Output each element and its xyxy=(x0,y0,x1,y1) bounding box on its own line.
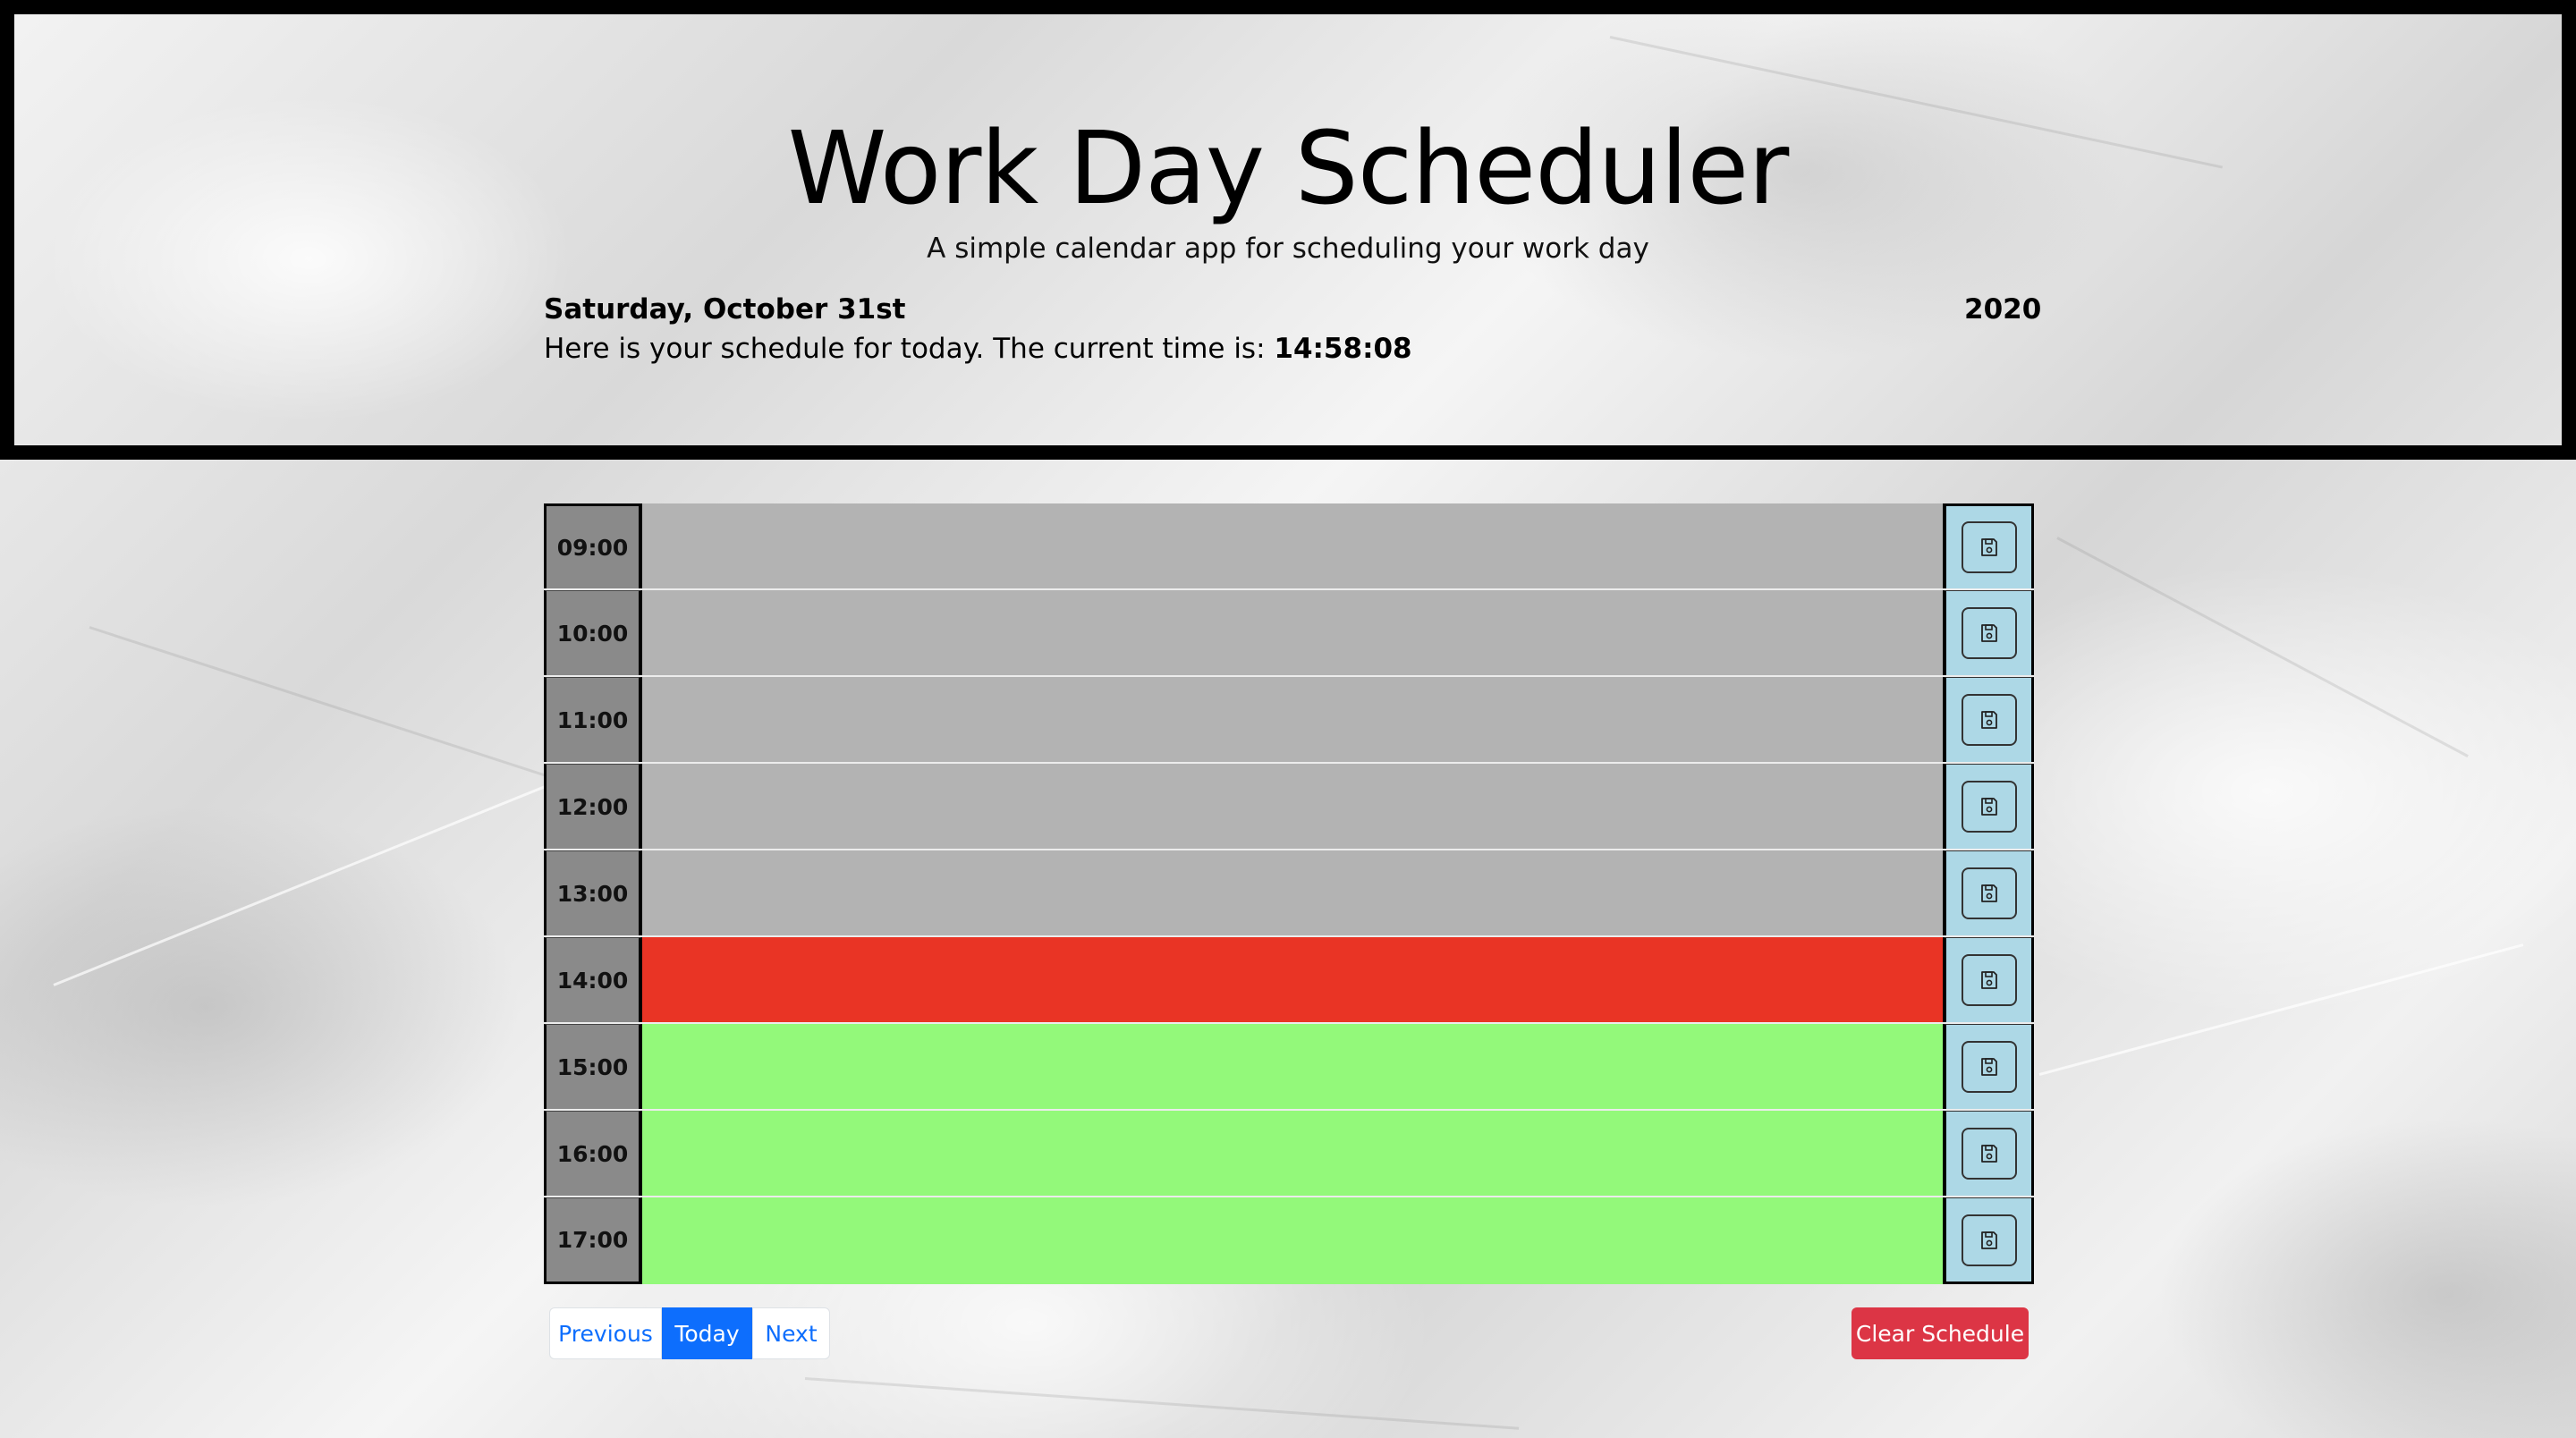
next-day-button[interactable]: Next xyxy=(752,1307,830,1359)
paper-crease xyxy=(53,782,552,986)
page-title: Work Day Scheduler xyxy=(787,111,1790,227)
task-input[interactable] xyxy=(642,503,1943,588)
current-date: Saturday, October 31st xyxy=(544,293,906,326)
current-year: 2020 xyxy=(1964,293,2042,326)
hour-label: 13:00 xyxy=(544,850,642,935)
save-button[interactable] xyxy=(1961,1214,2017,1266)
time-block-row: 17:00 xyxy=(544,1197,2034,1284)
save-cell xyxy=(1943,1111,2034,1196)
floppy-disk-icon xyxy=(1980,711,1997,729)
task-input[interactable] xyxy=(642,1024,1943,1109)
time-block-row: 13:00 xyxy=(544,850,2034,937)
time-block-row: 15:00 xyxy=(544,1024,2034,1111)
save-button[interactable] xyxy=(1961,1041,2017,1093)
task-input[interactable] xyxy=(642,764,1943,849)
hour-label: 15:00 xyxy=(544,1024,642,1109)
paper-crease xyxy=(2056,537,2469,757)
task-input[interactable] xyxy=(642,590,1943,675)
task-input[interactable] xyxy=(642,850,1943,935)
floppy-disk-icon xyxy=(1980,1058,1997,1076)
task-input[interactable] xyxy=(642,1111,1943,1196)
time-block-row: 11:00 xyxy=(544,677,2034,764)
floppy-disk-icon xyxy=(1980,971,1997,989)
time-block-row: 14:00 xyxy=(544,937,2034,1024)
schedule-table: 09:00 10:00 11:00 12:00 13:00 14:00 15:00 16:00… xyxy=(544,503,2034,1284)
floppy-disk-icon xyxy=(1980,798,1997,816)
floppy-disk-icon xyxy=(1980,538,1997,556)
hour-label: 17:00 xyxy=(544,1197,642,1284)
page-subtitle: A simple calendar app for scheduling you… xyxy=(927,233,1649,265)
save-button[interactable] xyxy=(1961,694,2017,746)
floppy-disk-icon xyxy=(1980,624,1997,642)
save-cell xyxy=(1943,503,2034,588)
header-jumbotron: Work Day Scheduler A simple calendar app… xyxy=(0,0,2576,460)
save-button[interactable] xyxy=(1961,607,2017,659)
save-cell xyxy=(1943,764,2034,849)
schedule-intro: Here is your schedule for today. The cur… xyxy=(544,333,1412,365)
save-button[interactable] xyxy=(1961,1128,2017,1180)
save-cell xyxy=(1943,677,2034,762)
save-cell xyxy=(1943,937,2034,1022)
hour-label: 10:00 xyxy=(544,590,642,675)
floppy-disk-icon xyxy=(1980,1145,1997,1163)
floppy-disk-icon xyxy=(1980,884,1997,902)
hour-label: 09:00 xyxy=(544,503,642,588)
previous-day-button[interactable]: Previous xyxy=(549,1307,662,1359)
paper-crease xyxy=(2038,943,2524,1076)
task-input[interactable] xyxy=(642,1197,1943,1284)
time-block-row: 12:00 xyxy=(544,764,2034,850)
save-button[interactable] xyxy=(1961,781,2017,833)
today-button[interactable]: Today xyxy=(662,1307,752,1359)
save-cell xyxy=(1943,850,2034,935)
save-cell xyxy=(1943,1024,2034,1109)
current-time: 14:58:08 xyxy=(1274,333,1412,365)
time-block-row: 09:00 xyxy=(544,503,2034,590)
hour-label: 16:00 xyxy=(544,1111,642,1196)
hour-label: 12:00 xyxy=(544,764,642,849)
schedule-intro-text: Here is your schedule for today. The cur… xyxy=(544,333,1266,365)
save-cell xyxy=(1943,590,2034,675)
hour-label: 14:00 xyxy=(544,937,642,1022)
task-input[interactable] xyxy=(642,937,1943,1022)
save-button[interactable] xyxy=(1961,521,2017,573)
save-button[interactable] xyxy=(1961,954,2017,1006)
hour-label: 11:00 xyxy=(544,677,642,762)
save-button[interactable] xyxy=(1961,867,2017,919)
save-cell xyxy=(1943,1197,2034,1284)
day-pagination: Previous Today Next xyxy=(549,1307,830,1359)
time-block-row: 16:00 xyxy=(544,1111,2034,1197)
time-block-row: 10:00 xyxy=(544,590,2034,677)
paper-crease xyxy=(804,1377,1520,1430)
floppy-disk-icon xyxy=(1980,1231,1997,1249)
clear-schedule-button[interactable]: Clear Schedule xyxy=(1852,1307,2029,1359)
task-input[interactable] xyxy=(642,677,1943,762)
